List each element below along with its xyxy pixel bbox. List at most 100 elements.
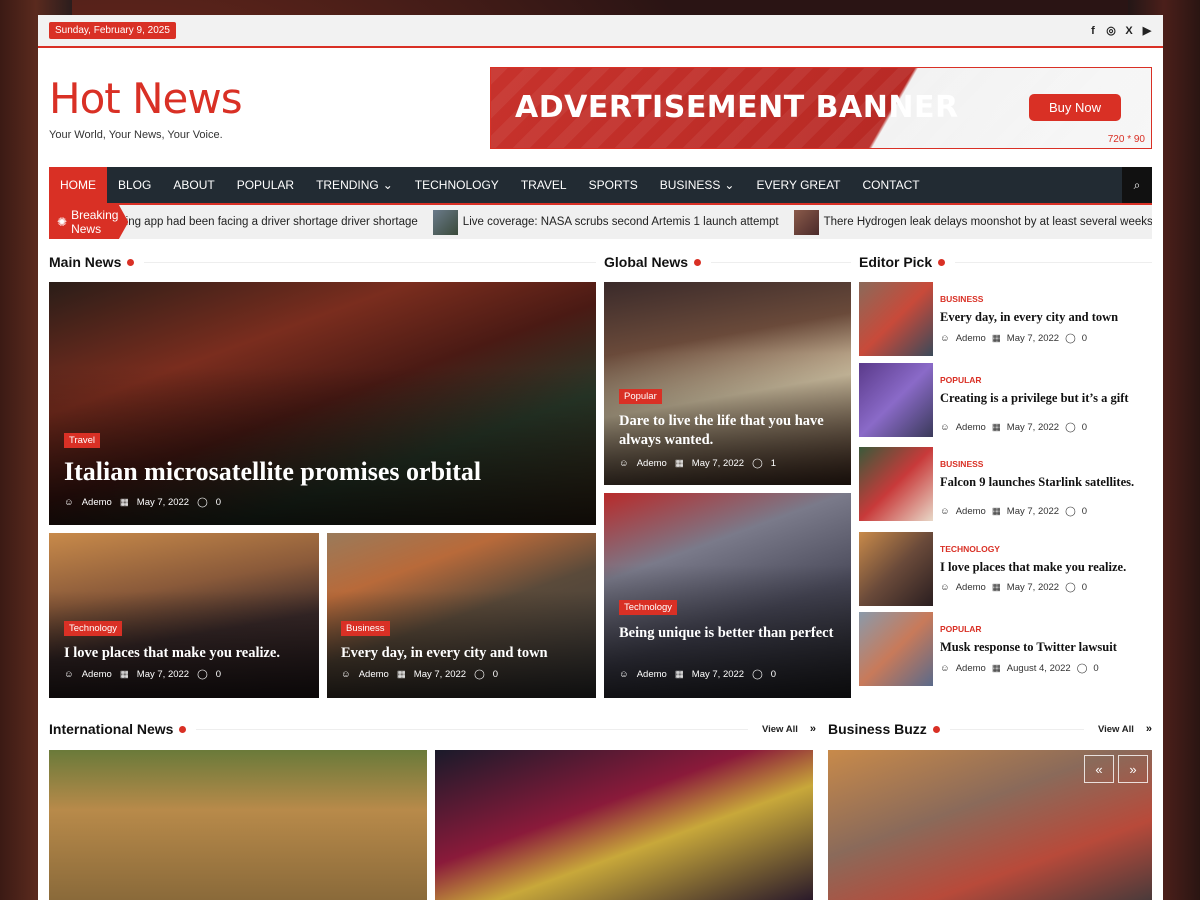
nav-every-great[interactable]: EVERY GREAT [745,167,851,203]
main-news-featured[interactable]: Travel Italian microsatellite promises o… [49,282,596,525]
category-badge[interactable]: Technology [619,600,678,615]
instagram-icon[interactable]: ◎ [1106,24,1116,37]
article-title[interactable]: Italian microsatellite promises orbital [64,457,584,487]
nav-about-label: ABOUT [173,178,215,192]
calendar-icon: ▦ [991,506,1001,517]
category-badge[interactable]: Technology [64,621,123,636]
site-title[interactable]: Hot News [49,74,243,123]
heading-line [955,261,1152,263]
x-icon[interactable]: X [1124,25,1134,37]
article-date: May 7, 2022 [691,669,745,680]
international-news-card[interactable] [49,750,427,900]
pick-category[interactable]: POPULAR [940,624,982,634]
ticker-item[interactable]: There Hydrogen leak delays moonshot by a… [793,209,1152,235]
site-logo[interactable]: Hot News Your World, Your News, Your Voi… [49,74,243,141]
article-thumbnail[interactable] [859,282,933,356]
article-thumbnail[interactable] [859,363,933,437]
comment-count: 0 [770,669,777,680]
author-name[interactable]: Ademo [956,333,986,344]
editor-pick-item[interactable]: BUSINESS Falcon 9 launches Starlink sate… [859,447,1152,523]
pick-category[interactable]: TECHNOLOGY [940,544,1000,554]
nav-travel[interactable]: TRAVEL [510,167,578,203]
global-news-title: Global News [604,254,689,270]
article-date: May 7, 2022 [691,458,745,469]
article-title[interactable]: I love places that make you realize. [64,645,314,662]
author-name[interactable]: Ademo [82,669,112,680]
comment-count: 1 [770,458,777,469]
author-icon: ☺ [940,333,950,344]
author-name[interactable]: Ademo [82,497,112,508]
ticker-item[interactable]: ting app had been facing a driver shorta… [122,216,417,228]
nav-business[interactable]: BUSINESS ⌄ [649,167,746,203]
article-title[interactable]: Dare to live the life that you have alwa… [619,412,841,450]
author-icon: ☺ [341,669,351,680]
view-all-link[interactable]: View All [762,724,798,735]
nav-popular[interactable]: POPULAR [226,167,305,203]
nav-contact[interactable]: CONTACT [852,167,931,203]
youtube-icon[interactable]: ▶ [1142,24,1152,37]
nav-about[interactable]: ABOUT [162,167,225,203]
author-name[interactable]: Ademo [359,669,389,680]
pick-category[interactable]: POPULAR [940,375,982,385]
ticker-item-text: There Hydrogen leak delays moonshot by a… [823,216,1152,228]
calendar-icon: ▦ [674,669,684,680]
article-title[interactable]: Being unique is better than perfect [619,624,841,643]
comment-count: 0 [215,497,222,508]
author-name[interactable]: Ademo [956,582,986,593]
author-name[interactable]: Ademo [637,669,667,680]
calendar-icon: ▦ [991,663,1001,674]
nav-blog[interactable]: BLOG [107,167,162,203]
nav-technology[interactable]: TECHNOLOGY [404,167,510,203]
ticker-item[interactable]: Live coverage: NASA scrubs second Artemi… [432,209,779,235]
nav-home[interactable]: HOME [49,167,107,203]
heading-dot [179,725,187,733]
global-news-heading: Global News [604,254,851,270]
article-title[interactable]: Every day, in every city and town [341,645,591,662]
category-badge[interactable]: Business [341,621,390,636]
comment-icon: ◯ [474,669,485,680]
slider-next-button[interactable]: » [1118,755,1148,783]
editor-pick-item[interactable]: POPULAR Musk response to Twitter lawsuit… [859,612,1152,688]
category-badge[interactable]: Travel [64,433,101,448]
category-badge[interactable]: Popular [619,389,662,404]
view-all-link[interactable]: View All [1098,724,1134,735]
slider-prev-button[interactable]: « [1084,755,1114,783]
nav-sports-label: SPORTS [588,178,638,192]
pick-title[interactable]: I love places that make you realize. [940,560,1150,575]
article-thumbnail[interactable] [859,532,933,606]
business-buzz-card[interactable]: « » [828,750,1152,900]
author-icon: ☺ [64,669,74,680]
comment-icon: ◯ [197,497,208,508]
international-news-card[interactable] [435,750,813,900]
heading-dot [938,258,946,266]
site-page: Sunday, February 9, 2025 f ◎ X ▶ Hot New… [38,15,1163,900]
nav-blog-label: BLOG [118,178,152,192]
editor-pick-item[interactable]: POPULAR Creating is a privilege but it’s… [859,363,1152,439]
pick-title[interactable]: Falcon 9 launches Starlink satellites. [940,475,1150,490]
author-name[interactable]: Ademo [956,506,986,517]
editor-pick-item[interactable]: TECHNOLOGY I love places that make you r… [859,532,1152,608]
ad-buy-button[interactable]: Buy Now [1029,93,1122,121]
global-news-card[interactable]: Technology Being unique is better than p… [604,493,851,698]
pick-title[interactable]: Every day, in every city and town [940,310,1150,325]
main-news-card[interactable]: Business Every day, in every city and to… [327,533,596,698]
nav-trending[interactable]: TRENDING ⌄ [305,167,404,203]
pick-title[interactable]: Creating is a privilege but it’s a gift [940,391,1150,406]
heading-line [196,728,748,730]
editor-pick-item[interactable]: BUSINESS Every day, in every city and to… [859,282,1152,358]
article-thumbnail[interactable] [859,447,933,521]
author-name[interactable]: Ademo [637,458,667,469]
article-thumbnail[interactable] [859,612,933,686]
nav-sports[interactable]: SPORTS [578,167,649,203]
pick-category[interactable]: BUSINESS [940,459,983,469]
date-badge: Sunday, February 9, 2025 [49,22,176,39]
search-button[interactable]: ⌕ [1122,167,1152,203]
global-news-card[interactable]: Popular Dare to live the life that you h… [604,282,851,485]
author-name[interactable]: Ademo [956,663,986,674]
facebook-icon[interactable]: f [1088,25,1098,37]
pick-title[interactable]: Musk response to Twitter lawsuit [940,640,1150,655]
author-name[interactable]: Ademo [956,422,986,433]
advertisement-banner[interactable]: ADVERTISEMENT BANNER Buy Now 720 * 90 [490,66,1152,149]
main-news-card[interactable]: Technology I love places that make you r… [49,533,319,698]
pick-category[interactable]: BUSINESS [940,294,983,304]
